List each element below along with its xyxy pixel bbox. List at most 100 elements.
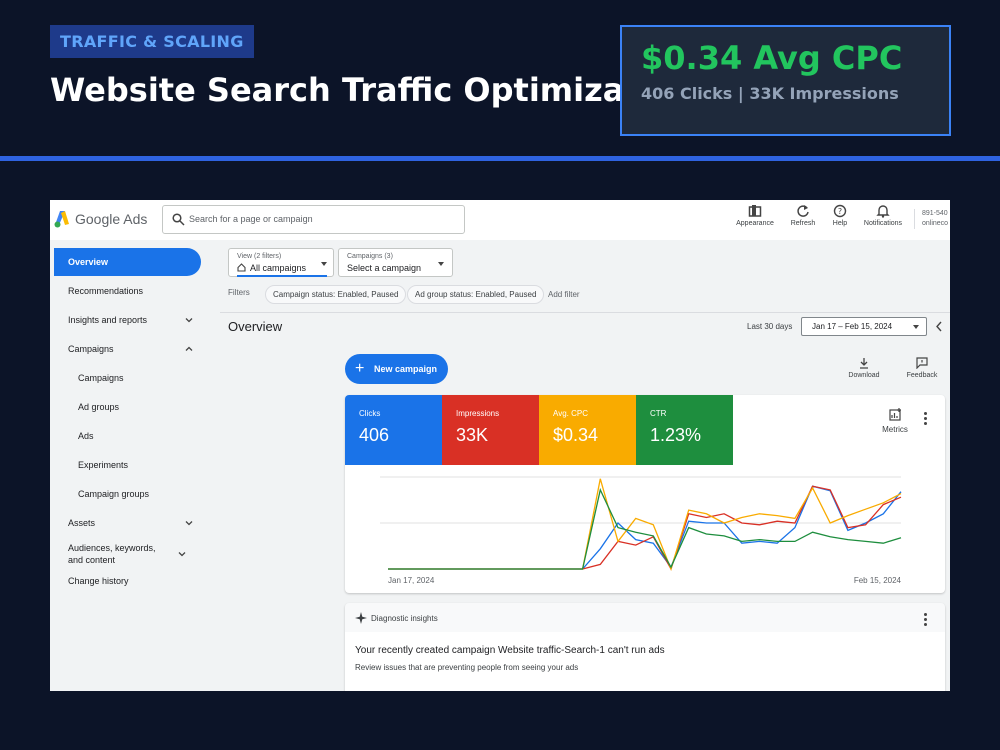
appearance-button[interactable]: Appearance	[732, 204, 778, 236]
metric-tile-clicks[interactable]: Clicks 406	[345, 395, 442, 465]
feedback-icon	[916, 357, 928, 369]
help-icon: ?	[833, 204, 847, 218]
section-divider	[220, 312, 950, 313]
filter-chip-ad-group-status[interactable]: Ad group status: Enabled, Paused	[407, 285, 545, 304]
view-filter-select[interactable]: View (2 filters) All campaigns	[228, 248, 334, 277]
new-campaign-label: New campaign	[374, 364, 438, 374]
diagnostic-insights-card: Diagnostic insights Your recently create…	[345, 603, 945, 691]
kpi-sub: 406 Clicks | 33K Impressions	[641, 84, 899, 103]
filter-chip-campaign-status[interactable]: Campaign status: Enabled, Paused	[265, 285, 407, 304]
series-line-0	[388, 485, 902, 570]
metric-label: Impressions	[456, 409, 500, 418]
sidebar-item-label: Ads	[78, 431, 94, 441]
refresh-icon	[797, 205, 809, 217]
sidebar-item-recommendations[interactable]: Recommendations	[54, 277, 201, 305]
slide-header: TRAFFIC & SCALING Website Search Traffic…	[0, 0, 1000, 157]
sidebar-item-label: Ad groups	[78, 402, 120, 412]
download-icon	[860, 358, 868, 369]
view-filter-value: All campaigns	[250, 263, 307, 273]
sidebar-item-audiences[interactable]: Audiences, keywords, and content	[54, 540, 194, 568]
chevron-left-icon[interactable]	[935, 321, 943, 332]
sidebar-item-label: Campaign groups	[78, 489, 150, 499]
insight-description: Review issues that are preventing people…	[355, 663, 579, 672]
search-icon	[172, 213, 185, 226]
dropdown-caret-icon	[321, 262, 327, 266]
appearance-label: Appearance	[736, 220, 774, 227]
help-button[interactable]: ? Help	[828, 204, 852, 236]
metric-tile-avg-cpc[interactable]: Avg. CPC $0.34	[539, 395, 636, 465]
slide-title: Website Search Traffic Optimization	[50, 71, 622, 109]
more-options-icon[interactable]	[924, 412, 927, 427]
chevron-down-icon	[185, 521, 193, 526]
metric-tile-ctr[interactable]: CTR 1.23%	[636, 395, 733, 465]
chevron-down-icon	[178, 552, 186, 557]
account-id[interactable]: 891-540 onlineco	[914, 209, 950, 229]
chevron-down-icon	[185, 318, 193, 323]
sidebar-item-label: Insights and reports	[68, 315, 148, 325]
sidebar-item-experiments[interactable]: Experiments	[54, 451, 201, 479]
series-line-1	[388, 485, 902, 571]
dropdown-caret-icon	[913, 325, 919, 329]
more-options-icon[interactable]	[924, 613, 927, 628]
metric-value: 406	[359, 425, 390, 445]
feedback-button[interactable]: Feedback	[902, 357, 942, 379]
home-icon	[237, 263, 246, 272]
sidebar-item-label: Audiences, keywords, and content	[68, 543, 156, 565]
help-label: Help	[832, 220, 848, 227]
sidebar-item-label: Assets	[68, 518, 96, 528]
account-number: 891-540	[922, 210, 948, 217]
account-name: onlineco	[922, 220, 949, 227]
notifications-button[interactable]: Notifications	[860, 204, 906, 236]
svg-text:?: ?	[838, 207, 842, 216]
metric-tile-impressions[interactable]: Impressions 33K	[442, 395, 539, 465]
insight-headline: Your recently created campaign Website t…	[355, 645, 665, 656]
sidebar-item-ad-groups[interactable]: Ad groups	[54, 393, 201, 421]
insights-title: Diagnostic insights	[371, 614, 438, 623]
campaign-select[interactable]: Campaigns (3) Select a campaign	[338, 248, 453, 277]
date-range-select[interactable]: Jan 17 – Feb 15, 2024	[801, 317, 927, 336]
header-divider	[0, 156, 1000, 161]
sidebar-item-ads[interactable]: Ads	[54, 422, 201, 450]
insight-item[interactable]	[345, 632, 945, 691]
category-tag: TRAFFIC & SCALING	[50, 25, 254, 58]
view-filter-caption: View (2 filters)	[237, 253, 282, 260]
search-placeholder: Search for a page or campaign	[189, 214, 313, 224]
search-input[interactable]: Search for a page or campaign	[162, 205, 465, 234]
google-ads-logo-icon	[54, 211, 69, 228]
sidebar-item-label: Campaigns	[78, 373, 124, 383]
refresh-label: Refresh	[790, 220, 816, 227]
feedback-label: Feedback	[906, 372, 938, 379]
download-button[interactable]: Download	[844, 357, 884, 379]
sparkle-icon	[355, 612, 367, 624]
add-filter-link[interactable]: Add filter	[548, 290, 580, 299]
sidebar-item-campaigns[interactable]: Campaigns	[54, 364, 201, 392]
x-tick-end: Feb 15, 2024	[854, 576, 902, 585]
sidebar-item-insights[interactable]: Insights and reports	[54, 306, 201, 334]
overview-title: Overview	[228, 319, 283, 334]
notifications-label: Notifications	[863, 220, 903, 227]
date-range-value: Jan 17 – Feb 15, 2024	[812, 322, 893, 331]
appearance-icon	[748, 205, 762, 217]
metrics-label: Metrics	[882, 425, 908, 434]
performance-line-chart: Jan 17, 2024 Feb 15, 2024	[380, 476, 902, 585]
range-label: Last 30 days	[747, 322, 793, 331]
new-campaign-button[interactable]: + New campaign	[345, 354, 448, 384]
sidebar-item-overview[interactable]: Overview	[54, 248, 201, 276]
kpi-card: $0.34 Avg CPC 406 Clicks | 33K Impressio…	[620, 25, 951, 136]
sidebar-item-campaigns-group[interactable]: Campaigns	[54, 335, 201, 363]
sidebar-item-label: Experiments	[78, 460, 129, 470]
plus-icon: +	[355, 360, 365, 377]
metric-label: Avg. CPC	[553, 409, 588, 418]
bell-icon	[876, 205, 890, 218]
sidebar-item-campaign-groups[interactable]: Campaign groups	[54, 480, 201, 508]
sidebar-item-change-history[interactable]: Change history	[54, 567, 201, 595]
campaign-select-value: Select a campaign	[347, 263, 422, 273]
sidebar-item-assets[interactable]: Assets	[54, 509, 201, 537]
chart-add-icon	[888, 408, 901, 421]
sidebar-item-label: Recommendations	[68, 286, 144, 296]
brand-name: Google Ads	[75, 211, 148, 227]
campaign-select-caption: Campaigns (3)	[347, 253, 393, 260]
download-label: Download	[848, 372, 880, 379]
metrics-button[interactable]: Metrics	[873, 408, 917, 434]
refresh-button[interactable]: Refresh	[786, 204, 820, 236]
